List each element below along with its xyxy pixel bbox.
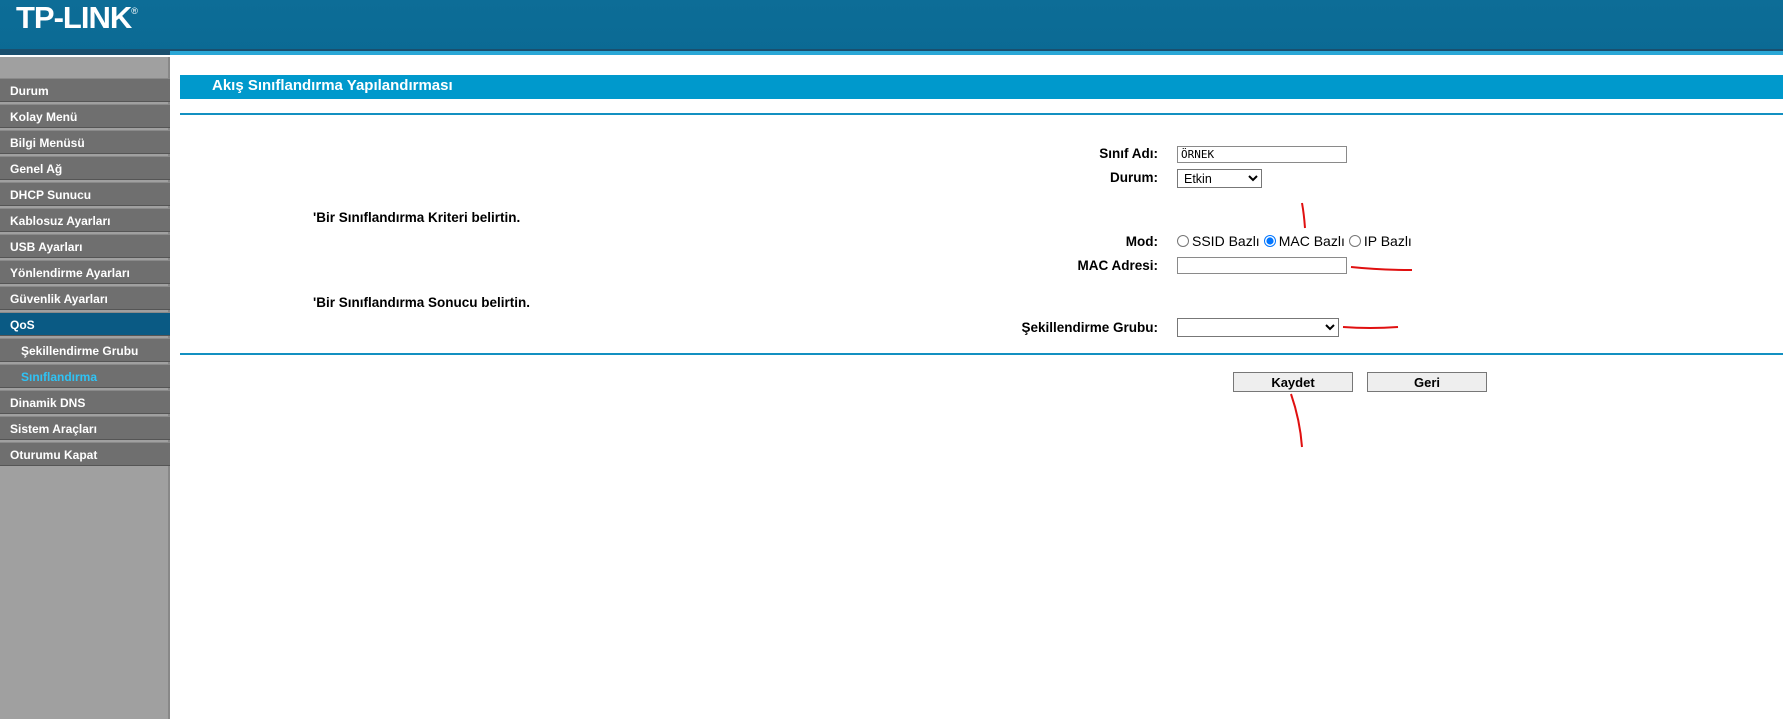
red-annotation-marks [1290,202,1413,448]
annotation-mark-group [1342,326,1399,329]
annotation-mark-save [1290,393,1303,448]
annotation-mark-mode [1301,202,1306,229]
annotation-mark-mac [1350,266,1413,271]
